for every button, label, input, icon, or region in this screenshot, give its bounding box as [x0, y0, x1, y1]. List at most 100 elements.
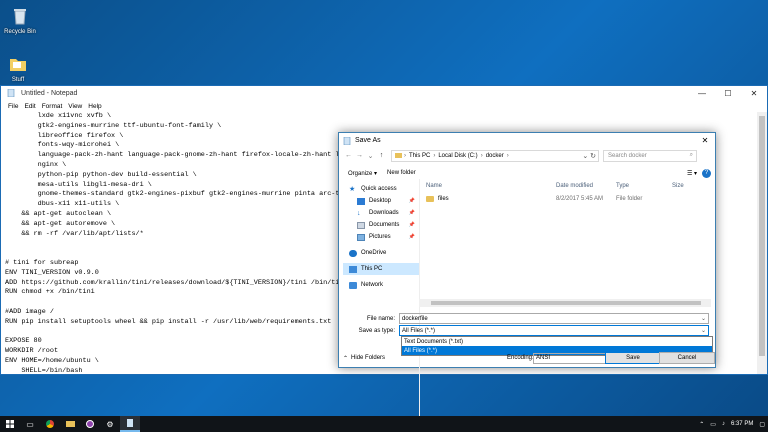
- up-arrow-icon[interactable]: ↑: [376, 152, 387, 159]
- file-row[interactable]: files 8/2/2017 5:45 AM File folder: [420, 192, 711, 205]
- taskbar: ▭ ⚙ ⌃ ▭ ♪ 6:37 PM ▢: [0, 416, 768, 432]
- breadcrumb-docker[interactable]: docker: [483, 153, 507, 159]
- encoding-select[interactable]: ANSI: [533, 352, 607, 364]
- menu-view[interactable]: View: [65, 103, 85, 110]
- breadcrumb-local-disk[interactable]: Local Disk (C:): [435, 153, 480, 159]
- sidebar-item-network[interactable]: Network: [343, 279, 419, 291]
- sidebar-item-pictures[interactable]: Pictures 📌: [343, 231, 419, 243]
- chevron-right-icon: ›: [506, 152, 509, 159]
- chevron-up-icon[interactable]: ⌃: [696, 421, 707, 428]
- menu-help[interactable]: Help: [85, 103, 104, 110]
- option-text-documents[interactable]: Text Documents (*.txt): [402, 337, 712, 346]
- sidebar-item-onedrive[interactable]: OneDrive: [343, 247, 419, 259]
- star-icon: ★: [349, 185, 356, 193]
- app-icon[interactable]: [80, 416, 100, 432]
- refresh-icon[interactable]: ⌄ ↻: [582, 152, 596, 160]
- save-type-value: All Files (*.*): [402, 327, 436, 334]
- chrome-icon[interactable]: [40, 416, 60, 432]
- file-name: files: [438, 195, 449, 202]
- start-button[interactable]: [0, 416, 20, 432]
- network-icon: [349, 281, 357, 289]
- save-type-row: Save as type: All Files (*.*) ⌄: [343, 325, 711, 336]
- menu-format[interactable]: Format: [39, 103, 66, 110]
- file-name-row: File name: dockerfile ⌄: [343, 313, 711, 324]
- minimize-icon[interactable]: —: [689, 89, 715, 98]
- network-status-icon[interactable]: ▭: [707, 421, 719, 428]
- desktop-icon-recycle-bin[interactable]: Recycle Bin: [2, 6, 38, 35]
- organize-button[interactable]: Organize ▾: [343, 170, 382, 177]
- chevron-down-icon[interactable]: ⌄: [701, 315, 706, 322]
- scrollbar-thumb[interactable]: [431, 301, 701, 305]
- hide-folders-button[interactable]: ⌃ Hide Folders: [343, 355, 385, 362]
- windows-icon: [6, 420, 14, 428]
- recent-dropdown-icon[interactable]: ⌄: [365, 152, 376, 160]
- column-headers: Name Date modified Type Size: [420, 179, 711, 192]
- document-icon: [357, 221, 365, 229]
- file-name-input[interactable]: dockerfile ⌄: [399, 313, 709, 324]
- column-header-type[interactable]: Type: [616, 183, 672, 189]
- menu-file[interactable]: File: [5, 103, 21, 110]
- recycle-bin-icon: [10, 6, 30, 26]
- volume-icon[interactable]: ♪: [719, 421, 728, 427]
- help-icon[interactable]: ?: [702, 168, 711, 178]
- view-options-icon[interactable]: ☰ ▾: [682, 170, 702, 177]
- pin-icon: 📌: [408, 198, 415, 204]
- encoding-value: ANSI: [536, 355, 551, 361]
- breadcrumb-this-pc[interactable]: This PC: [406, 153, 433, 159]
- desktop-icon-stuff[interactable]: Stuff: [0, 54, 36, 83]
- save-as-dialog: Save As ✕ ← → ⌄ ↑ › This PC › Local Disk…: [338, 132, 716, 432]
- folder-icon: [426, 195, 434, 202]
- system-tray: ⌃ ▭ ♪ 6:37 PM ▢: [696, 421, 768, 428]
- sidebar-item-label: OneDrive: [361, 250, 387, 256]
- task-view-icon[interactable]: ▭: [20, 416, 40, 432]
- download-icon: ↓: [357, 209, 361, 217]
- notepad-icon: [7, 89, 15, 97]
- cancel-button[interactable]: Cancel: [659, 352, 715, 364]
- sidebar-item-desktop[interactable]: Desktop 📌: [343, 195, 419, 207]
- notepad-titlebar[interactable]: Untitled - Notepad — ☐ ✕: [1, 86, 767, 100]
- vertical-scrollbar[interactable]: [757, 112, 767, 374]
- pin-icon: 📌: [408, 210, 415, 216]
- file-date: 8/2/2017 5:45 AM: [556, 195, 604, 202]
- horizontal-scrollbar[interactable]: [419, 299, 711, 307]
- close-icon[interactable]: ✕: [695, 136, 715, 145]
- forward-arrow-icon[interactable]: →: [354, 152, 365, 159]
- close-icon[interactable]: ✕: [741, 89, 767, 98]
- settings-icon[interactable]: ⚙: [100, 416, 120, 432]
- sidebar-item-label: Documents: [369, 222, 400, 228]
- notepad-taskbar-icon[interactable]: [120, 416, 140, 432]
- desktop-icon: [357, 197, 365, 205]
- desktop-icon-label: Stuff: [11, 77, 25, 83]
- column-header-date[interactable]: Date modified: [556, 183, 616, 189]
- new-folder-button[interactable]: New folder: [382, 170, 421, 176]
- folder-icon: [395, 153, 402, 158]
- search-input[interactable]: Search docker ⌕: [603, 149, 697, 162]
- clock[interactable]: 6:37 PM: [728, 421, 756, 427]
- menu-edit[interactable]: Edit: [21, 103, 38, 110]
- sidebar-item-label: Network: [361, 282, 384, 288]
- dialog-titlebar[interactable]: Save As ✕: [339, 133, 715, 148]
- sidebar-item-documents[interactable]: Documents 📌: [343, 219, 419, 231]
- hide-folders-label: Hide Folders: [351, 355, 386, 361]
- save-type-select[interactable]: All Files (*.*) ⌄: [399, 325, 709, 336]
- file-explorer-icon[interactable]: [60, 416, 80, 432]
- sidebar-item-this-pc[interactable]: This PC: [343, 263, 419, 275]
- maximize-icon[interactable]: ☐: [715, 89, 741, 98]
- back-arrow-icon[interactable]: ←: [343, 152, 354, 159]
- column-header-name[interactable]: Name: [426, 183, 556, 189]
- chevron-down-icon[interactable]: ⌄: [701, 327, 706, 334]
- search-icon: ⌕: [689, 152, 693, 158]
- picture-icon: [357, 233, 365, 241]
- column-header-size[interactable]: Size: [672, 183, 702, 189]
- file-type: File folder: [616, 195, 643, 202]
- sidebar-item-label: Desktop: [369, 198, 392, 204]
- save-type-label: Save as type:: [358, 327, 395, 334]
- save-button[interactable]: Save: [605, 352, 661, 364]
- notifications-icon[interactable]: ▢: [756, 421, 768, 428]
- notepad-icon: [343, 136, 351, 145]
- address-bar[interactable]: › This PC › Local Disk (C:) › docker › ⌄…: [391, 149, 599, 162]
- sidebar-item-label: This PC: [361, 266, 383, 272]
- sidebar-item-downloads[interactable]: ↓ Downloads 📌: [343, 207, 419, 219]
- sidebar-item-quick-access[interactable]: ★ Quick access: [343, 183, 419, 195]
- scrollbar-thumb[interactable]: [759, 116, 765, 356]
